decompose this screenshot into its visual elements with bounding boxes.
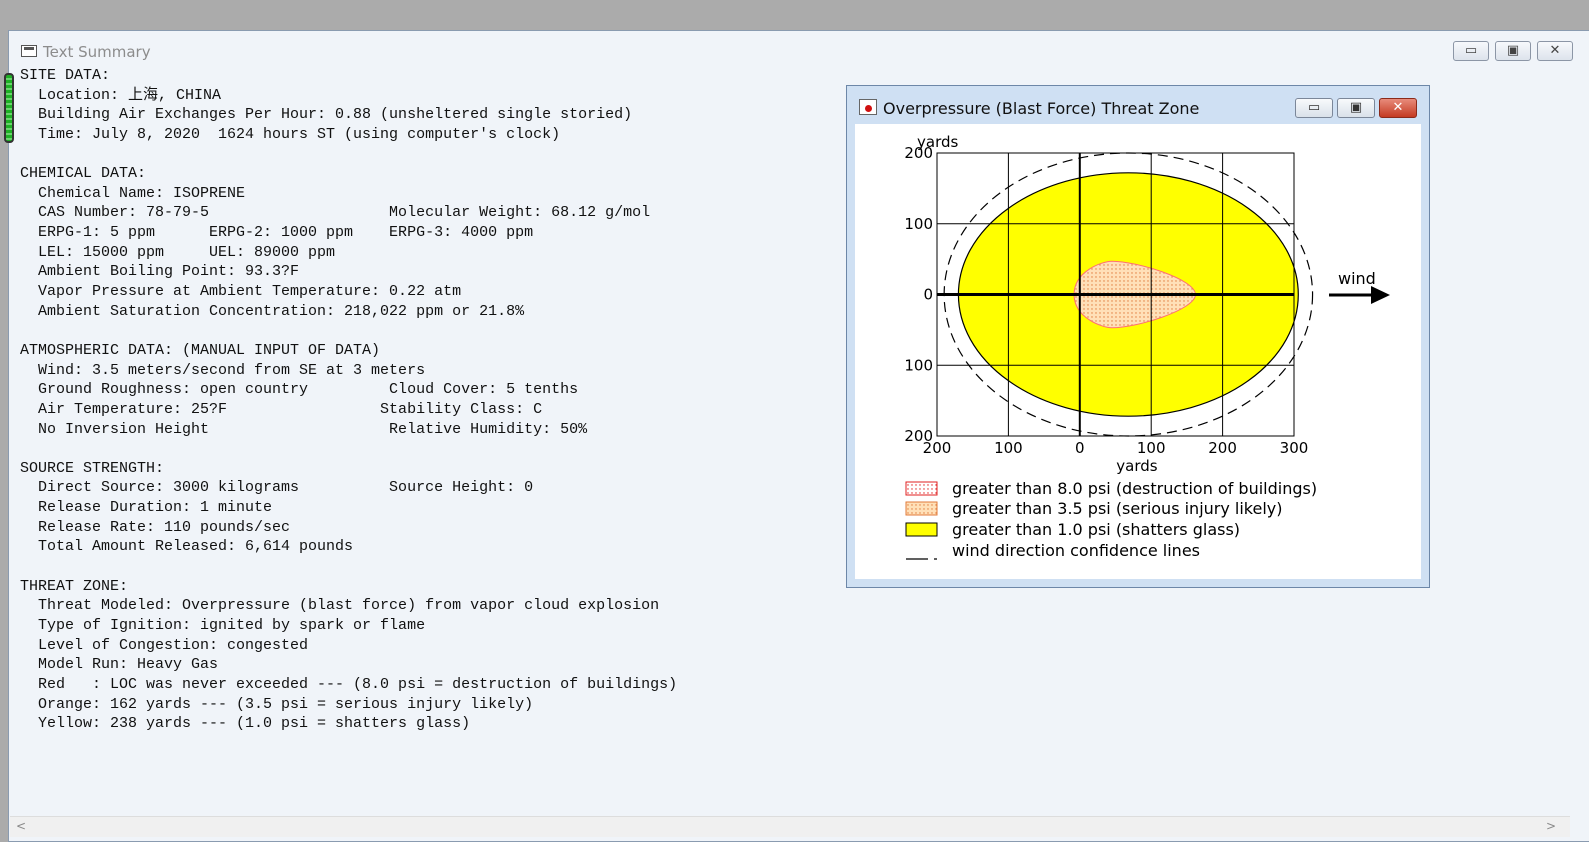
- legend-label: greater than 8.0 psi (destruction of bui…: [952, 479, 1317, 498]
- wind-arrow-head: [1371, 286, 1390, 304]
- minimize-icon: ▭: [1464, 43, 1478, 58]
- summary-line: LEL: 15000 ppm UEL: 89000 ppm: [20, 243, 336, 261]
- threat-zone-chart-area: 200 100 0 100 200 200 100 0 100 200 300 yards yards w…: [855, 124, 1421, 579]
- legend-label: wind direction confidence lines: [952, 541, 1200, 560]
- legend-swatch-orange: [905, 501, 938, 516]
- threat-zone-window: Overpressure (Blast Force) Threat Zone ▭…: [846, 85, 1430, 588]
- summary-line: Red : LOC was never exceeded --- (8.0 ps…: [20, 675, 678, 693]
- minimize-button[interactable]: ▭: [1453, 41, 1489, 61]
- summary-line: CHEMICAL DATA:: [20, 165, 147, 183]
- summary-line: Building Air Exchanges Per Hour: 0.88 (u…: [20, 106, 633, 124]
- summary-line: THREAT ZONE:: [20, 577, 129, 595]
- x-tick-label: 0: [1075, 439, 1085, 457]
- summary-line: SITE DATA:: [20, 67, 111, 84]
- wind-label: wind: [1338, 269, 1376, 288]
- x-tick-label: 300: [1280, 439, 1309, 457]
- window-app-icon: [21, 45, 37, 57]
- scroll-left-arrow[interactable]: <: [16, 819, 26, 833]
- legend-swatch-red: [905, 481, 938, 496]
- maximize-icon: ▣: [1506, 43, 1520, 58]
- summary-line: Yellow: 238 yards --- (1.0 psi = shatter…: [20, 715, 471, 733]
- summary-line: Release Duration: 1 minute: [20, 499, 273, 517]
- scroll-right-arrow[interactable]: >: [1546, 819, 1556, 833]
- y-tick-label: 100: [904, 215, 933, 233]
- x-tick-label: 100: [994, 439, 1023, 457]
- y-axis-label: yards: [917, 133, 958, 151]
- x-tick-label: 200: [923, 439, 952, 457]
- summary-line: SOURCE STRENGTH:: [20, 459, 165, 477]
- summary-text: SITE DATA: Location: 上海, CHINA Building …: [20, 66, 677, 734]
- scrollbar-thumb[interactable]: [4, 73, 14, 143]
- summary-line: [20, 145, 677, 165]
- summary-line: ATMOSPHERIC DATA: (MANUAL INPUT OF DATA): [20, 341, 381, 359]
- summary-line: Ambient Boiling Point: 93.3?F: [20, 263, 300, 281]
- maximize-icon: ▣: [1349, 100, 1363, 115]
- summary-line: Model Run: Heavy Gas: [20, 656, 219, 674]
- summary-line: Level of Congestion: congested: [20, 636, 309, 654]
- summary-line: [20, 557, 677, 577]
- y-tick-label: 100: [904, 356, 933, 374]
- summary-line: [20, 439, 677, 459]
- horizontal-scrollbar[interactable]: < >: [10, 816, 1570, 837]
- maximize-button[interactable]: ▣: [1495, 41, 1531, 61]
- close-button[interactable]: ✕: [1537, 41, 1573, 61]
- summary-line: No Inversion Height Relative Humidity: 5…: [20, 420, 588, 438]
- summary-line: Time: July 8, 2020 1624 hours ST (using …: [20, 125, 561, 143]
- window-title: Text Summary: [43, 43, 151, 61]
- threat-maximize-button[interactable]: ▣: [1337, 98, 1375, 118]
- summary-line: CAS Number: 78-79-5 Molecular Weight: 68…: [20, 204, 651, 222]
- threat-zone-chart: 2001000100200200 100 0 100 200 300yardsyardsw…: [904, 133, 1390, 560]
- summary-line: ERPG-1: 5 ppm ERPG-2: 1000 ppm ERPG-3: 4…: [20, 224, 534, 242]
- close-icon: ✕: [1549, 43, 1561, 58]
- summary-line: Ground Roughness: open country Cloud Cov…: [20, 381, 579, 399]
- legend-label: greater than 3.5 psi (serious injury lik…: [952, 499, 1283, 518]
- threat-zone-app-icon: [859, 99, 877, 115]
- summary-line: Wind: 3.5 meters/second from SE at 3 met…: [20, 361, 426, 379]
- summary-line: Orange: 162 yards --- (3.5 psi = serious…: [20, 695, 534, 713]
- threat-zone-title: Overpressure (Blast Force) Threat Zone: [883, 99, 1200, 118]
- summary-line: Vapor Pressure at Ambient Temperature: 0…: [20, 283, 462, 301]
- summary-line: [20, 321, 677, 341]
- summary-line: Release Rate: 110 pounds/sec: [20, 518, 291, 536]
- x-axis-label: yards: [1116, 457, 1157, 475]
- summary-line: Direct Source: 3000 kilograms Source Hei…: [20, 479, 534, 497]
- legend-swatch-yellow: [905, 522, 938, 537]
- summary-line: Chemical Name: ISOPRENE: [20, 184, 246, 202]
- x-tick-label: 200: [1208, 439, 1237, 457]
- threat-close-button[interactable]: ✕: [1379, 98, 1417, 118]
- summary-line: Threat Modeled: Overpressure (blast forc…: [20, 597, 660, 615]
- summary-line: Location: 上海, CHINA: [20, 86, 222, 104]
- summary-line: Ambient Saturation Concentration: 218,02…: [20, 302, 525, 320]
- y-tick-label: 0: [923, 286, 933, 304]
- summary-line: Air Temperature: 25?F Stability Class: C: [20, 400, 543, 418]
- x-tick-label: 100: [1137, 439, 1166, 457]
- summary-line: Total Amount Released: 6,614 pounds: [20, 538, 354, 556]
- legend-label: greater than 1.0 psi (shatters glass): [952, 520, 1240, 539]
- summary-line: Type of Ignition: ignited by spark or fl…: [20, 616, 426, 634]
- minimize-icon: ▭: [1307, 100, 1321, 115]
- threat-minimize-button[interactable]: ▭: [1295, 98, 1333, 118]
- close-icon: ✕: [1392, 100, 1404, 115]
